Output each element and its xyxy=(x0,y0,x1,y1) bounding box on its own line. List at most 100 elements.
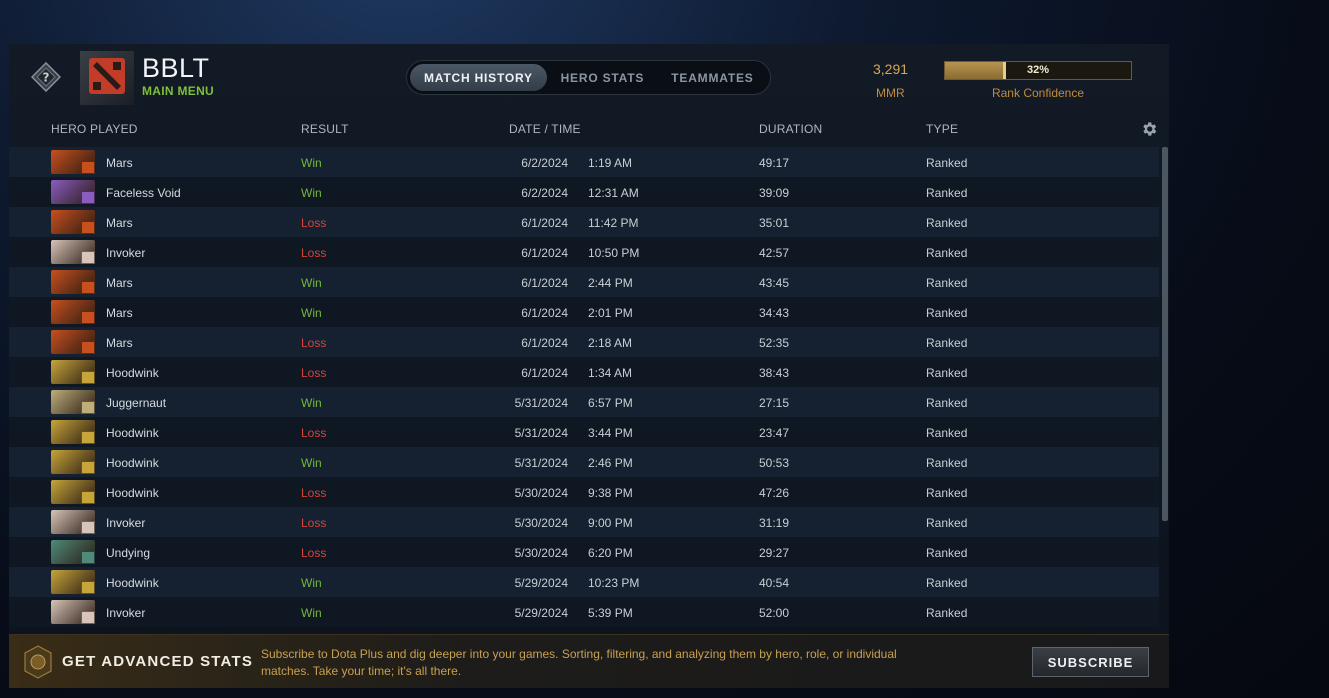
hero-name: Hoodwink xyxy=(106,456,159,470)
facet-icon xyxy=(81,371,95,384)
svg-text:?: ? xyxy=(43,71,50,85)
match-date: 6/1/2024 xyxy=(521,276,568,290)
hero-name: Mars xyxy=(106,306,133,320)
facet-icon xyxy=(81,221,95,234)
column-header-result[interactable]: RESULT xyxy=(301,122,349,136)
match-result: Win xyxy=(301,396,322,410)
match-result: Win xyxy=(301,456,322,470)
match-date: 6/1/2024 xyxy=(521,366,568,380)
match-date: 6/1/2024 xyxy=(521,246,568,260)
tab-bar: MATCH HISTORY HERO STATS TEAMMATES xyxy=(406,60,771,95)
match-date: 6/1/2024 xyxy=(521,336,568,350)
hero-name: Mars xyxy=(106,216,133,230)
column-header-datetime[interactable]: DATE / TIME xyxy=(509,122,581,136)
column-header-hero[interactable]: HERO PLAYED xyxy=(51,122,138,136)
facet-icon xyxy=(81,161,95,174)
hero-name: Mars xyxy=(106,156,133,170)
match-date: 5/31/2024 xyxy=(514,426,568,440)
table-row[interactable]: Hoodwink Win 5/31/2024 2:46 PM 50:53 Ranked xyxy=(9,447,1159,477)
match-date: 5/31/2024 xyxy=(514,456,568,470)
match-duration: 49:17 xyxy=(759,156,790,170)
dota-logo-icon xyxy=(87,56,127,101)
match-duration: 27:15 xyxy=(759,396,790,410)
facet-icon xyxy=(81,311,95,324)
facet-icon xyxy=(81,251,95,264)
match-type: Ranked xyxy=(926,186,968,200)
match-duration: 29:27 xyxy=(759,546,790,560)
question-badge-icon[interactable]: ? xyxy=(30,61,62,93)
subscribe-button[interactable]: SUBSCRIBE xyxy=(1032,647,1149,677)
match-type: Ranked xyxy=(926,486,968,500)
column-header-duration[interactable]: DURATION xyxy=(759,122,822,136)
match-time: 1:19 AM xyxy=(588,156,633,170)
table-row[interactable]: Invoker Win 5/29/2024 5:39 PM 52:00 Ranked xyxy=(9,597,1159,627)
match-time: 9:00 PM xyxy=(588,516,633,530)
match-time: 5:39 PM xyxy=(588,606,633,620)
match-time: 2:01 PM xyxy=(588,306,633,320)
table-row[interactable]: Invoker Loss 5/30/2024 9:00 PM 31:19 Ranked xyxy=(9,507,1159,537)
match-date: 5/30/2024 xyxy=(514,546,568,560)
table-row[interactable]: Undying Loss 5/30/2024 6:20 PM 29:27 Ranked xyxy=(9,537,1159,567)
table-row[interactable]: Hoodwink Loss 5/31/2024 3:44 PM 23:47 Ranked xyxy=(9,417,1159,447)
avatar[interactable] xyxy=(80,51,134,105)
match-time: 12:31 AM xyxy=(588,186,639,200)
table-row[interactable]: Hoodwink Loss 5/30/2024 9:38 PM 47:26 Ranked xyxy=(9,477,1159,507)
match-type: Ranked xyxy=(926,576,968,590)
hero-name: Hoodwink xyxy=(106,366,159,380)
table-row[interactable]: Mars Win 6/2/2024 1:19 AM 49:17 Ranked xyxy=(9,147,1159,177)
match-duration: 31:19 xyxy=(759,516,790,530)
tab-teammates[interactable]: TEAMMATES xyxy=(658,64,767,91)
table-row[interactable]: Mars Win 6/1/2024 2:44 PM 43:45 Ranked xyxy=(9,267,1159,297)
match-type: Ranked xyxy=(926,336,968,350)
tab-hero-stats[interactable]: HERO STATS xyxy=(547,64,658,91)
column-header-type[interactable]: TYPE xyxy=(926,122,958,136)
gear-icon[interactable] xyxy=(1140,120,1158,138)
match-duration: 42:57 xyxy=(759,246,790,260)
match-time: 9:38 PM xyxy=(588,486,633,500)
hero-name: Hoodwink xyxy=(106,486,159,500)
match-type: Ranked xyxy=(926,546,968,560)
table-row[interactable]: Invoker Loss 6/1/2024 10:50 PM 42:57 Ranked xyxy=(9,237,1159,267)
dota-plus-icon xyxy=(23,645,53,679)
main-menu-link[interactable]: MAIN MENU xyxy=(142,84,214,98)
table-row[interactable]: Faceless Void Win 6/2/2024 12:31 AM 39:09 Ran… xyxy=(9,177,1159,207)
match-result: Loss xyxy=(301,216,327,230)
match-time: 3:44 PM xyxy=(588,426,633,440)
match-result: Win xyxy=(301,306,322,320)
match-duration: 50:53 xyxy=(759,456,790,470)
table-row[interactable]: Mars Loss 6/1/2024 11:42 PM 35:01 Ranked xyxy=(9,207,1159,237)
match-date: 5/30/2024 xyxy=(514,516,568,530)
table-row[interactable]: Mars Win 6/1/2024 2:01 PM 34:43 Ranked xyxy=(9,297,1159,327)
match-type: Ranked xyxy=(926,606,968,620)
match-time: 2:18 AM xyxy=(588,336,633,350)
advanced-stats-description: Subscribe to Dota Plus and dig deeper in… xyxy=(261,647,897,678)
match-duration: 47:26 xyxy=(759,486,790,500)
facet-icon xyxy=(81,521,95,534)
table-row[interactable]: Hoodwink Win 5/29/2024 10:23 PM 40:54 Ranked xyxy=(9,567,1159,597)
match-date: 5/30/2024 xyxy=(514,486,568,500)
match-result: Win xyxy=(301,276,322,290)
facet-icon xyxy=(81,611,95,624)
table-row[interactable]: Hoodwink Loss 6/1/2024 1:34 AM 38:43 Ranked xyxy=(9,357,1159,387)
match-duration: 38:43 xyxy=(759,366,790,380)
rank-confidence-bar: 32% xyxy=(944,61,1132,80)
match-date: 5/29/2024 xyxy=(514,576,568,590)
match-list: Mars Win 6/2/2024 1:19 AM 49:17 Ranked Faceles… xyxy=(9,147,1159,627)
rank-confidence-label: Rank Confidence xyxy=(991,86,1085,100)
match-type: Ranked xyxy=(926,306,968,320)
hero-name: Faceless Void xyxy=(106,186,181,200)
match-result: Loss xyxy=(301,546,327,560)
facet-icon xyxy=(81,281,95,294)
tab-match-history[interactable]: MATCH HISTORY xyxy=(410,64,547,91)
match-date: 6/2/2024 xyxy=(521,156,568,170)
scrollbar[interactable] xyxy=(1162,147,1168,521)
match-time: 2:46 PM xyxy=(588,456,633,470)
table-row[interactable]: Juggernaut Win 5/31/2024 6:57 PM 27:15 Ranked xyxy=(9,387,1159,417)
match-duration: 34:43 xyxy=(759,306,790,320)
match-result: Loss xyxy=(301,486,327,500)
rank-confidence-value: 32% xyxy=(1026,64,1050,76)
match-result: Loss xyxy=(301,366,327,380)
match-date: 6/1/2024 xyxy=(521,306,568,320)
match-time: 10:50 PM xyxy=(588,246,640,260)
table-row[interactable]: Mars Loss 6/1/2024 2:18 AM 52:35 Ranked xyxy=(9,327,1159,357)
